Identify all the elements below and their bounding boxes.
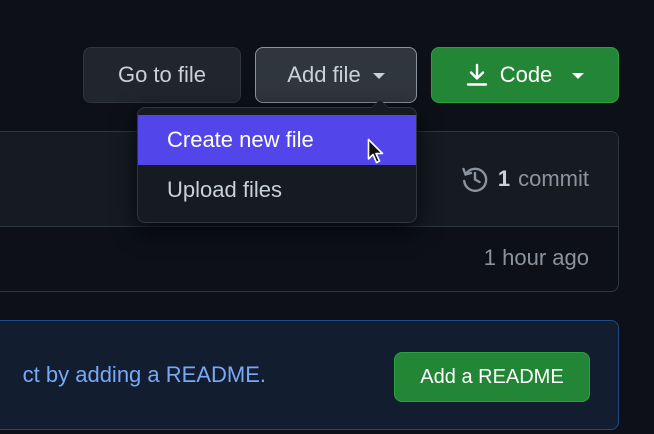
commit-count-number: 1 <box>497 166 511 191</box>
go-to-file-label: Go to file <box>117 62 207 87</box>
repo-page: Go to file Add file Code o <box>0 0 654 434</box>
dropdown-caret <box>371 99 389 108</box>
add-readme-label: Add a README <box>420 365 564 388</box>
commits-link[interactable]: 1 commit <box>460 164 589 194</box>
caret-down-icon <box>572 73 585 79</box>
mouse-pointer-icon <box>367 138 387 166</box>
add-file-button[interactable]: Add file <box>255 47 417 103</box>
history-icon <box>460 164 490 194</box>
menu-item-label: Create new file <box>167 127 314 152</box>
readme-banner: ct by adding a README. Add a README <box>0 320 619 430</box>
commit-count-label: commit <box>518 166 589 191</box>
readme-prompt-text: ct by adding a README. <box>22 362 266 387</box>
code-button[interactable]: Code <box>431 47 619 103</box>
caret-down-icon <box>372 73 385 79</box>
menu-item-label: Upload files <box>167 177 282 202</box>
add-file-label: Add file <box>287 62 361 87</box>
last-updated-time: 1 hour ago <box>483 245 589 270</box>
download-icon <box>466 63 488 87</box>
menu-item-upload-files[interactable]: Upload files <box>138 165 416 215</box>
go-to-file-button[interactable]: Go to file <box>83 47 241 103</box>
add-readme-button[interactable]: Add a README <box>394 352 590 402</box>
code-label: Code <box>499 62 553 87</box>
